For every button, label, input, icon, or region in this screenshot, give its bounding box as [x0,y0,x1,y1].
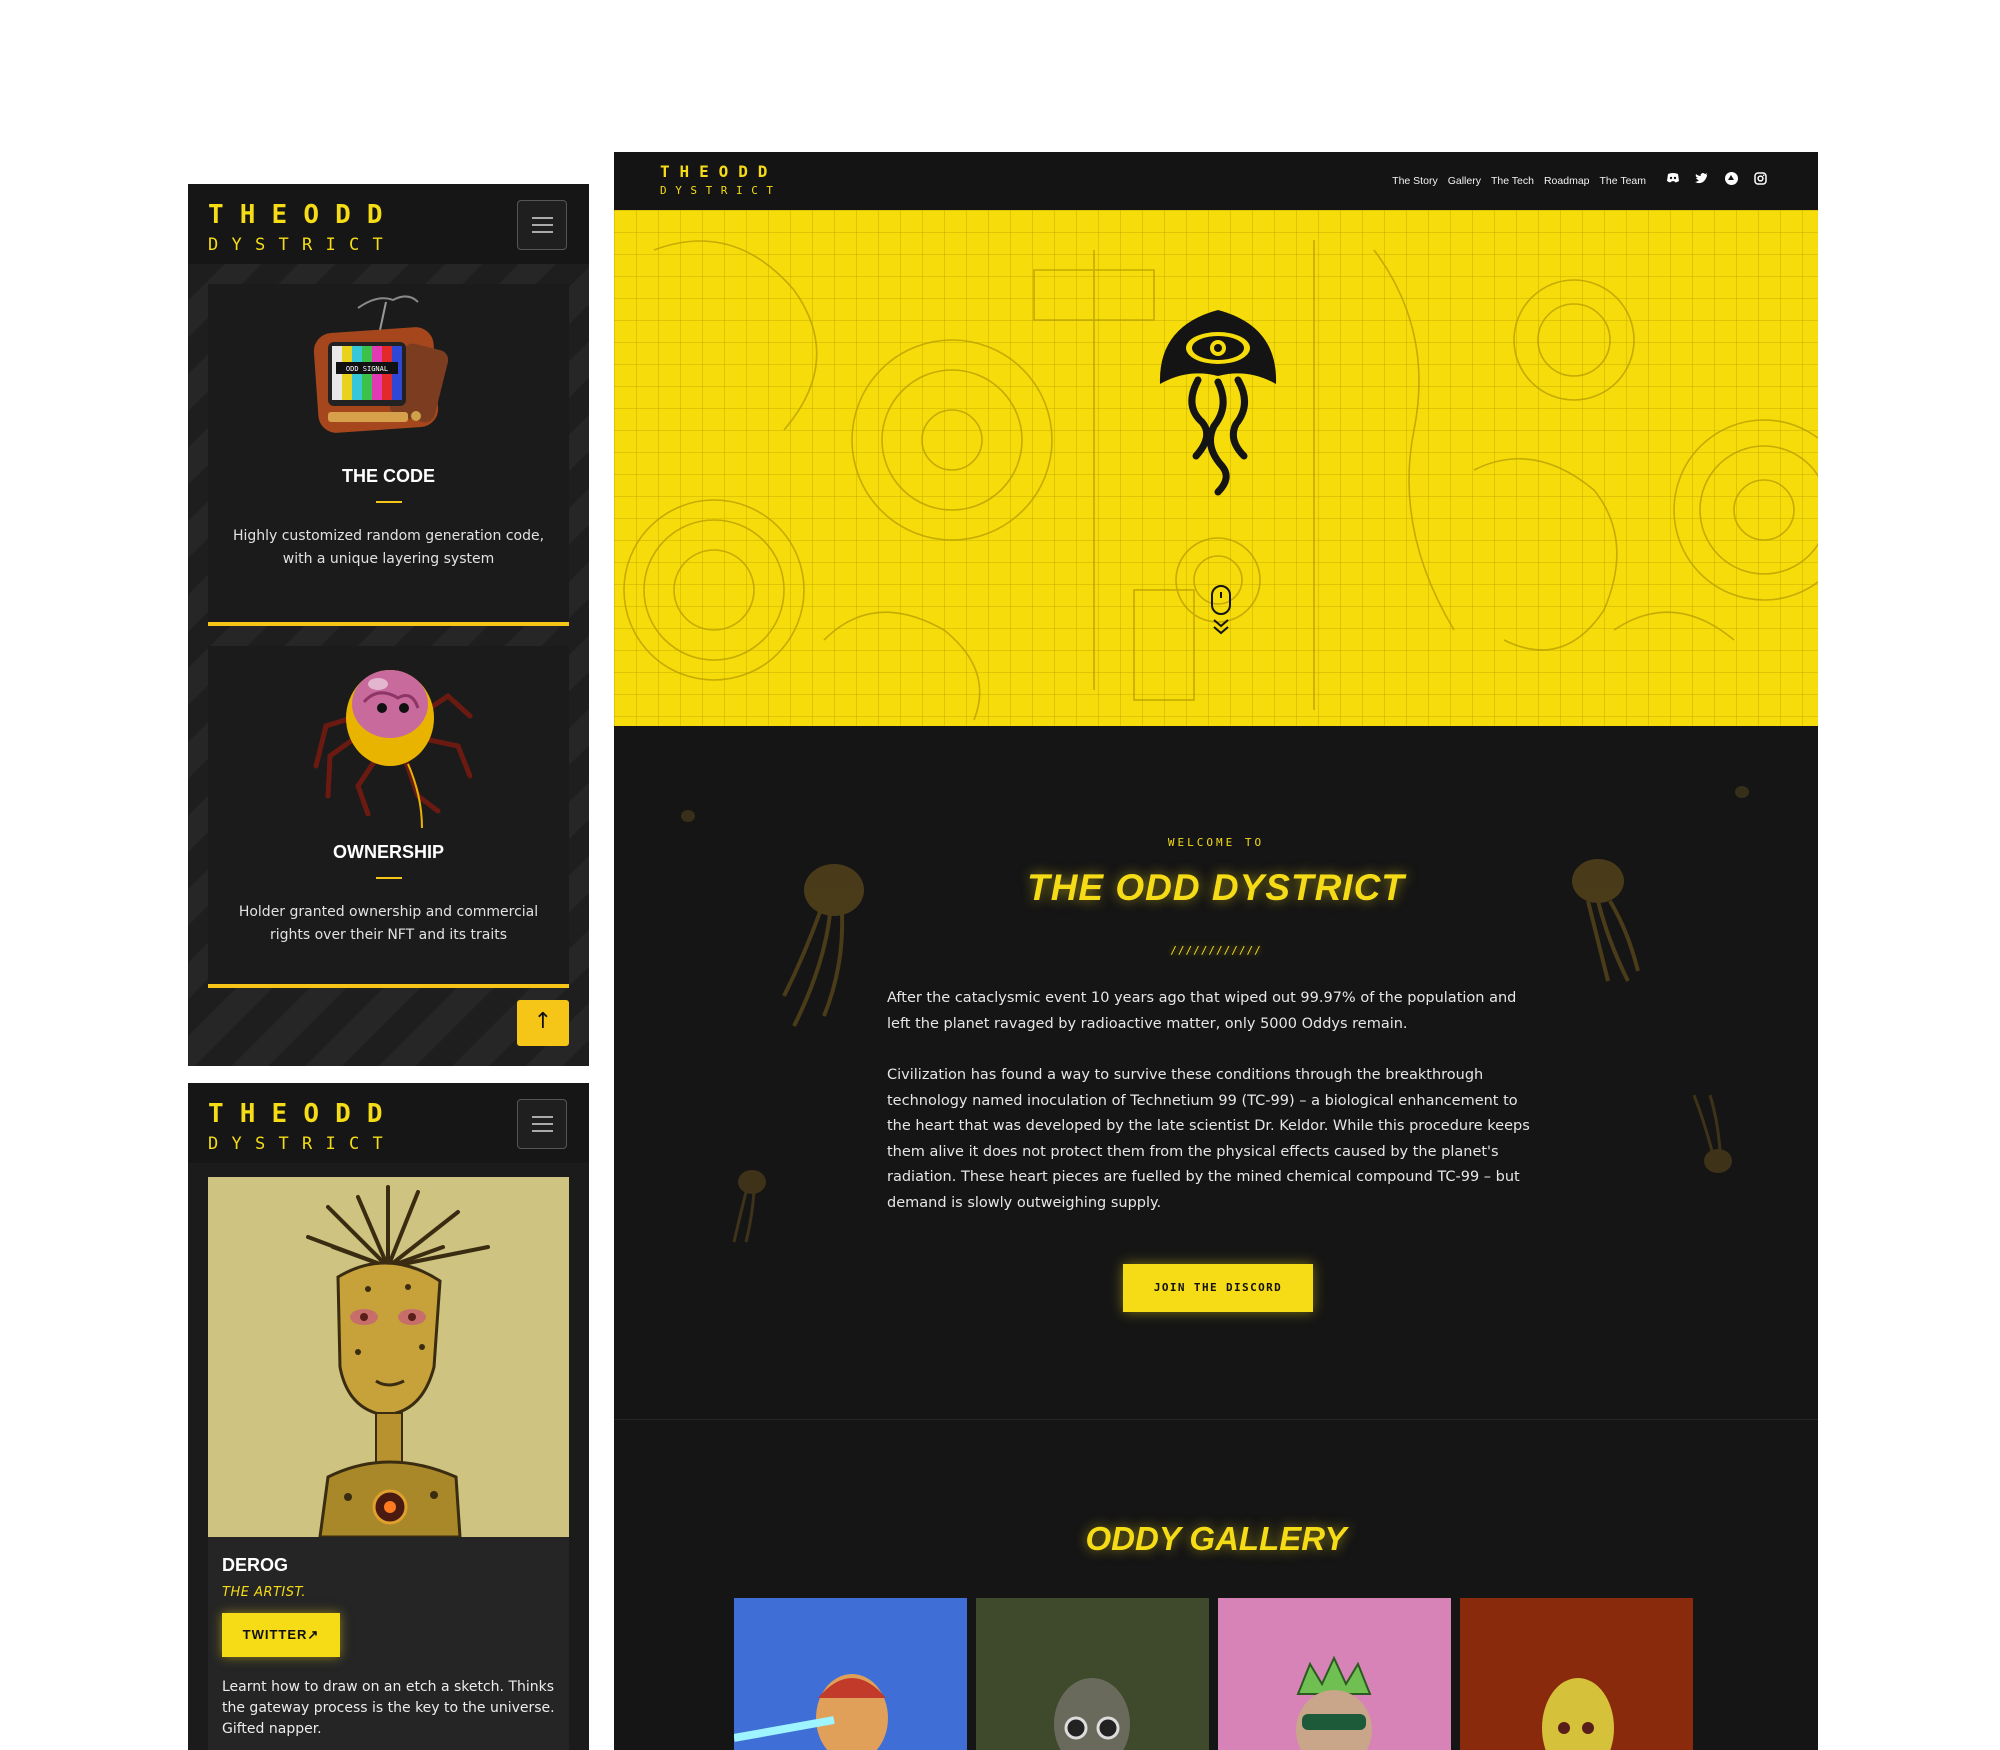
section-kicker: WELCOME TO [1167,836,1265,849]
opensea-icon[interactable] [1723,172,1739,188]
join-discord-button[interactable]: JOIN THE DISCORD [1123,1264,1313,1312]
story-section: WELCOME TO THE ODD DYSTRICT ////////////… [614,726,1818,1420]
mobile-team-screen: THEODD DYSTRICT DEROG THE ARTIST. TWITTE… [188,1083,589,1750]
section-title: THE ODD DYSTRICT [1027,867,1405,908]
nav-links: The Story Gallery The Tech Roadmap The T… [1392,175,1646,187]
top-navigation: THEODD DYSTRICT The Story Gallery The Te… [614,152,1818,210]
story-paragraph: Civilization has found a way to survive … [887,1067,1530,1211]
feature-card-ownership: OWNERSHIP Holder granted ownership and c… [208,646,569,988]
feature-title: THE CODE [341,466,435,486]
jellyfish-decoration-icon [1735,786,1749,798]
nav-link-tech[interactable]: The Tech [1491,175,1534,187]
oddy-jellyfish-eye-logo [1159,310,1277,496]
twitter-link-button[interactable]: TWITTER↗ [222,1613,340,1657]
mobile-features-screen: THEODD DYSTRICT ODD SIGNAL THE CODE High… [188,184,589,1066]
feature-divider [375,877,402,879]
nav-link-story[interactable]: The Story [1392,175,1438,187]
hamburger-menu-icon[interactable] [517,200,567,250]
feature-description: Highly customized random generation code… [232,528,545,567]
desktop-site-screen: THEODD DYSTRICT The Story Gallery The Te… [614,152,1818,1750]
retro-tv-image: ODD SIGNAL [313,295,449,433]
jellyfish-decoration-icon [1692,1094,1732,1173]
feature-card-code: ODD SIGNAL THE CODE Highly customized ra… [208,284,569,626]
discord-icon[interactable] [1665,172,1681,188]
feature-description: Holder granted ownership and commercial … [238,904,539,943]
artist-name: DEROG [222,1555,289,1575]
gallery-item[interactable] [734,1598,967,1750]
twitter-icon[interactable] [1694,172,1710,188]
features-section: ODD SIGNAL THE CODE Highly customized ra… [188,264,589,1066]
artist-bio: Learnt how to draw on an etch a sketch. … [222,1679,555,1737]
nav-link-gallery[interactable]: Gallery [1448,175,1481,187]
team-member-card: DEROG THE ARTIST. TWITTER↗ Learnt how to… [208,1177,569,1750]
story-paragraph: After the cataclysmic event 10 years ago… [887,990,1517,1032]
site-logo[interactable]: THEODD DYSTRICT [208,1101,399,1153]
artist-portrait-image [208,1177,569,1537]
oddy-nft-image [1460,1598,1693,1750]
svg-text:ODD SIGNAL: ODD SIGNAL [346,365,388,373]
mobile-header: THEODD DYSTRICT [188,184,589,264]
brain-spider-image [313,670,473,829]
site-logo[interactable]: THEODD DYSTRICT [208,202,399,254]
gallery-item[interactable] [976,1598,1209,1750]
nav-link-team[interactable]: The Team [1600,175,1647,187]
hamburger-menu-icon[interactable] [517,1099,567,1149]
external-link-icon: ↗ [307,1627,320,1642]
jellyfish-decoration-icon [732,1170,766,1243]
scroll-down-mouse-icon[interactable] [1202,584,1242,644]
jellyfish-decoration-icon [681,810,695,822]
feature-title: OWNERSHIP [332,842,444,862]
feature-divider [375,501,402,503]
scroll-to-top-button[interactable]: ↑ [517,1000,569,1046]
oddy-nft-image [734,1598,967,1750]
mobile-header: THEODD DYSTRICT [188,1083,589,1163]
section-divider: //////////// [1170,944,1262,957]
nav-link-roadmap[interactable]: Roadmap [1544,175,1590,187]
oddy-nft-image [1218,1598,1451,1750]
hero-banner [614,210,1818,726]
gallery-item[interactable] [1460,1598,1693,1750]
instagram-icon[interactable] [1752,172,1768,188]
gallery-item[interactable] [1218,1598,1451,1750]
site-logo[interactable]: THEODD DYSTRICT [660,164,782,197]
oddy-nft-image [976,1598,1209,1750]
artist-role: THE ARTIST. [222,1585,307,1600]
gallery-title: ODDY GALLERY [1085,1520,1347,1557]
social-links [1665,172,1768,188]
